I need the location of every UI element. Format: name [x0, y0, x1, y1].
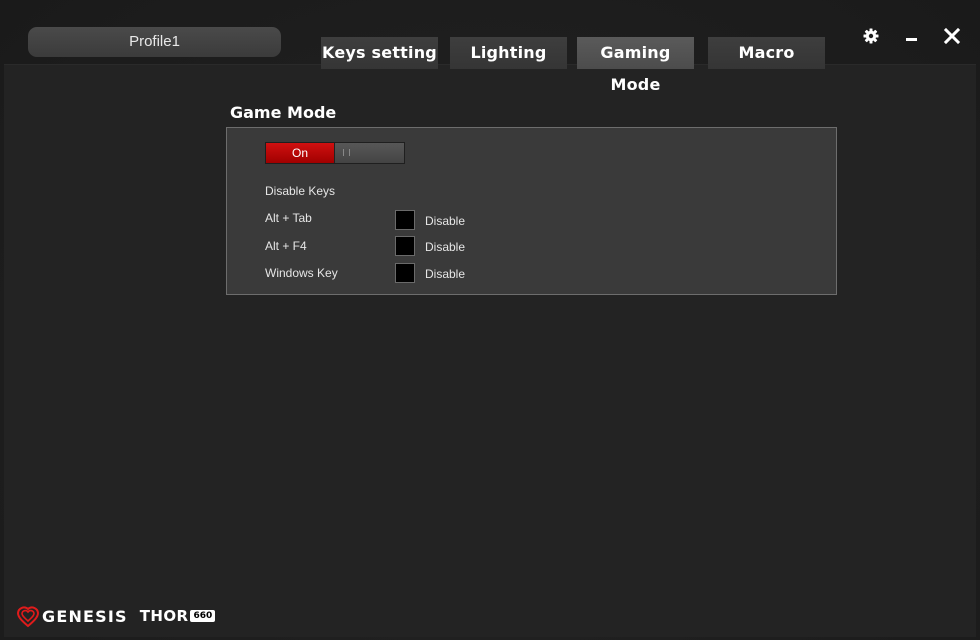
brand-name: GENESIS: [42, 606, 128, 626]
key-label-windows-key: Windows Key: [265, 266, 338, 280]
checkbox-alt-f4[interactable]: [395, 236, 415, 256]
disable-keys-heading: Disable Keys: [265, 184, 336, 198]
game-mode-title: Game Mode: [230, 103, 337, 122]
key-label-alt-f4: Alt + F4: [265, 239, 307, 253]
game-mode-toggle[interactable]: On: [265, 142, 405, 164]
profile-selector[interactable]: Profile1: [28, 27, 281, 57]
tab-keys-setting[interactable]: Keys setting: [321, 37, 438, 69]
tab-macro[interactable]: Macro: [708, 37, 825, 69]
toggle-on-label: On: [266, 143, 335, 163]
checkbox-alt-tab[interactable]: [395, 210, 415, 230]
checkbox-label-alt-f4: Disable: [425, 240, 466, 254]
minimize-button[interactable]: [901, 26, 921, 46]
gear-icon: [863, 28, 879, 44]
model-badge: 660: [190, 610, 216, 622]
brand-logo: GENESIS THOR 660: [16, 604, 216, 628]
model-name: THOR: [139, 607, 189, 625]
close-icon: [943, 27, 961, 45]
checkbox-label-alt-tab: Disable: [425, 214, 466, 228]
settings-button[interactable]: [861, 26, 881, 46]
tab-gaming-mode[interactable]: Gaming Mode: [577, 37, 694, 94]
grip-icon: [343, 149, 350, 156]
checkbox-label-windows-key: Disable: [425, 267, 466, 281]
close-button[interactable]: [942, 26, 962, 46]
tab-lighting[interactable]: Lighting: [450, 37, 567, 69]
key-label-alt-tab: Alt + Tab: [265, 211, 312, 225]
toggle-knob[interactable]: [335, 143, 404, 163]
app-window: Profile1 Keys setting Lighting Gaming Mo…: [0, 0, 980, 640]
checkbox-windows-key[interactable]: [395, 263, 415, 283]
minimize-icon: [906, 38, 917, 41]
genesis-logo-icon: [16, 606, 40, 628]
